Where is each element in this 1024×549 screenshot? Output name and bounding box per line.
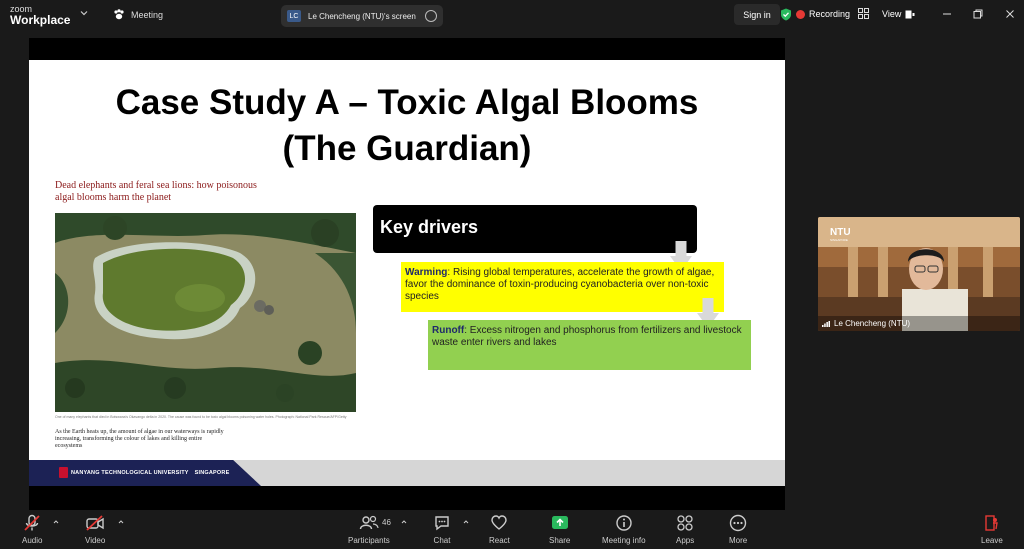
key-drivers-heading: Key drivers xyxy=(373,205,697,253)
paw-icon xyxy=(114,9,124,20)
apps-icon xyxy=(677,515,693,531)
gallery-grid-icon[interactable] xyxy=(858,8,869,19)
runoff-label: Runoff xyxy=(432,325,465,336)
react-label: React xyxy=(489,536,510,545)
recording-indicator[interactable]: Recording xyxy=(796,9,850,19)
runoff-box: Runoff: Excess nitrogen and phosphorus f… xyxy=(428,320,751,370)
more-icon xyxy=(729,514,747,532)
heart-icon xyxy=(491,515,508,530)
participants-options-chevron-icon[interactable] xyxy=(401,519,407,525)
footer-country: SINGAPORE xyxy=(194,470,230,476)
chevron-down-icon[interactable] xyxy=(80,9,88,17)
record-dot-icon xyxy=(796,9,805,19)
apps-label: Apps xyxy=(676,536,695,545)
minimize-icon[interactable] xyxy=(941,8,953,20)
sign-in-button[interactable]: Sign in xyxy=(734,4,780,25)
screen-share-tab[interactable]: LC Le Chencheng (NTU)'s screen xyxy=(281,5,443,27)
view-layout-icon xyxy=(905,10,915,18)
video-label: Video xyxy=(85,536,106,545)
participant-name-bar: Le Chencheng (NTU) xyxy=(818,316,1020,331)
warming-box: Warming: Rising global temperatures, acc… xyxy=(401,262,724,312)
ntu-crest-icon xyxy=(59,467,68,478)
chat-options-chevron-icon[interactable] xyxy=(463,519,469,525)
chat-button[interactable]: Chat xyxy=(433,514,451,545)
camera-off-icon xyxy=(86,515,104,531)
apps-button[interactable]: Apps xyxy=(676,514,694,545)
view-button[interactable]: View xyxy=(882,9,915,19)
leave-button[interactable]: Leave xyxy=(981,514,1003,545)
meeting-toolbar: Audio Video Participants 46 Chat React S… xyxy=(0,510,1024,549)
ntu-logo-text: NTU xyxy=(830,227,851,238)
zoom-workplace-logo: zoom Workplace xyxy=(10,4,70,26)
audio-label: Audio xyxy=(22,536,43,545)
article-headline: Dead elephants and feral sea lions: how … xyxy=(55,180,257,203)
tab-title: Le Chencheng (NTU)'s screen xyxy=(308,11,416,21)
leave-label: Leave xyxy=(981,536,1003,545)
video-button[interactable]: Video xyxy=(85,514,105,545)
elephant-waterhole-photo xyxy=(55,213,356,412)
share-screen-icon xyxy=(551,516,568,529)
warming-label: Warming xyxy=(405,267,448,278)
participant-count: 46 xyxy=(382,518,391,527)
slide-title: Case Study A – Toxic Algal Blooms (The G… xyxy=(29,80,785,172)
more-options-icon[interactable] xyxy=(425,10,437,22)
meeting-info-button[interactable]: Meeting info xyxy=(602,514,646,545)
microphone-muted-icon xyxy=(24,514,40,531)
footer-university-name: NANYANG TECHNOLOGICAL UNIVERSITY SINGAPOR… xyxy=(71,470,229,476)
article-standfirst: As the Earth heats up, the amount of alg… xyxy=(55,429,224,449)
presentation-slide: Case Study A – Toxic Algal Blooms (The G… xyxy=(29,60,785,486)
slide-title-line2: (The Guardian) xyxy=(282,129,532,168)
info-icon xyxy=(616,515,632,531)
video-options-chevron-icon[interactable] xyxy=(118,519,124,525)
tab-avatar: LC xyxy=(287,10,301,22)
slide-title-line1: Case Study A – Toxic Algal Blooms xyxy=(115,83,699,122)
meeting-label: Meeting xyxy=(131,9,164,20)
brand-line2: Workplace xyxy=(10,13,71,27)
ntu-logo-sub: SINGAPORE xyxy=(830,238,848,242)
shared-screen: Case Study A – Toxic Algal Blooms (The G… xyxy=(29,38,785,510)
footer-university: NANYANG TECHNOLOGICAL UNIVERSITY xyxy=(71,470,189,476)
warming-text: : Rising global temperatures, accelerate… xyxy=(405,267,715,302)
ntu-logo: NTU SINGAPORE xyxy=(830,227,851,242)
slide-footer: NANYANG TECHNOLOGICAL UNIVERSITY SINGAPOR… xyxy=(29,460,785,486)
chat-icon xyxy=(435,516,449,531)
more-label: More xyxy=(729,536,748,545)
shield-check-icon[interactable] xyxy=(780,8,792,21)
view-label: View xyxy=(882,9,902,19)
more-button[interactable]: More xyxy=(729,514,747,545)
recording-label: Recording xyxy=(809,9,851,19)
participant-video-tile[interactable]: NTU SINGAPORE Le Chencheng (NTU) xyxy=(818,217,1020,331)
participants-label: Participants xyxy=(348,536,390,545)
meeting-info-label: Meeting info xyxy=(602,536,646,545)
restore-icon[interactable] xyxy=(972,8,984,20)
leave-door-icon xyxy=(985,515,998,531)
meeting-menu[interactable]: Meeting xyxy=(113,9,163,20)
footer-banner: NANYANG TECHNOLOGICAL UNIVERSITY SINGAPOR… xyxy=(29,460,261,486)
signal-bars-icon xyxy=(822,321,830,327)
audio-button[interactable]: Audio xyxy=(22,514,42,545)
share-label: Share xyxy=(549,536,571,545)
share-button[interactable]: Share xyxy=(549,514,570,545)
top-bar: zoom Workplace Meeting LC Le Chencheng (… xyxy=(0,0,1024,30)
participants-icon xyxy=(359,515,379,530)
photo-caption: One of many elephants that died in Botsw… xyxy=(55,415,347,419)
close-icon[interactable] xyxy=(1004,8,1016,20)
runoff-text: : Excess nitrogen and phosphorus from fe… xyxy=(432,325,742,348)
audio-options-chevron-icon[interactable] xyxy=(53,519,59,525)
react-button[interactable]: React xyxy=(489,514,510,545)
participant-name: Le Chencheng (NTU) xyxy=(834,319,911,328)
chat-label: Chat xyxy=(433,536,451,545)
